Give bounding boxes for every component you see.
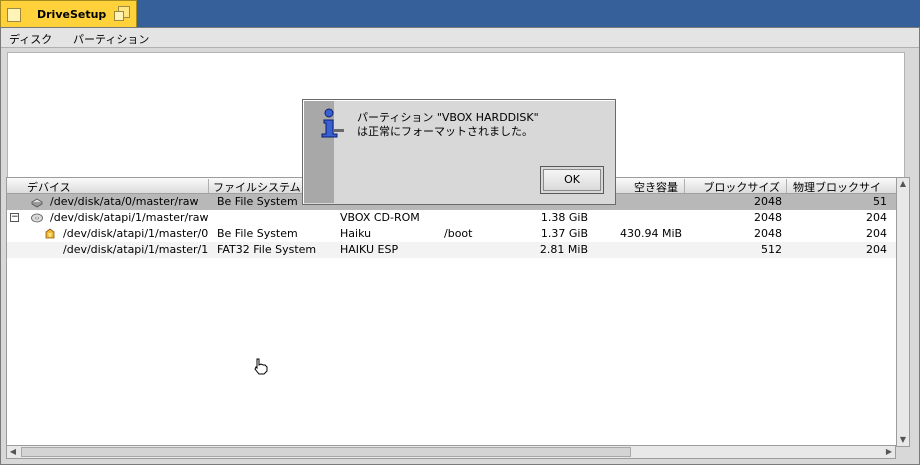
- collapse-icon[interactable]: −: [10, 213, 19, 222]
- cdrom-icon: [31, 213, 43, 223]
- alert-dialog: パーティション "VBOX HARDDISK" は正常にフォーマットされました。…: [302, 99, 616, 205]
- close-icon[interactable]: [7, 8, 21, 22]
- block-size-cell: 2048: [754, 195, 782, 208]
- size-cell: 2.81 MiB: [539, 243, 588, 256]
- haiku-volume-icon: [45, 228, 55, 239]
- mount-cell: /boot: [444, 227, 473, 240]
- physical-block-cell: 51: [873, 195, 887, 208]
- table-row[interactable]: /dev/disk/atapi/1/master/0 Be File Syste…: [7, 226, 903, 242]
- alert-message-line1: パーティション "VBOX HARDDISK": [357, 111, 539, 124]
- device-cell: /dev/disk/atapi/1/master/raw: [50, 211, 209, 224]
- physical-block-cell: 204: [866, 227, 887, 240]
- device-cell: /dev/disk/ata/0/master/raw: [50, 195, 199, 208]
- vertical-scrollbar[interactable]: ▲ ▼: [896, 177, 910, 447]
- device-cell: /dev/disk/atapi/1/master/0: [63, 227, 209, 240]
- alert-message-line2: は正常にフォーマットされました。: [357, 125, 533, 138]
- filesystem-cell: Be File System: [217, 195, 298, 208]
- ok-button[interactable]: OK: [540, 166, 604, 194]
- partition-list[interactable]: デバイス ファイルシステム 空き容量 ブロックサイズ 物理ブロックサイ /dev…: [6, 177, 905, 447]
- menu-partition[interactable]: パーティション: [73, 31, 149, 47]
- scroll-left-icon[interactable]: ◀: [7, 446, 19, 458]
- volume-name-cell: VBOX CD-ROM: [340, 211, 420, 224]
- size-cell: 1.37 GiB: [540, 227, 588, 240]
- zoom-icon[interactable]: [114, 6, 130, 22]
- column-filesystem[interactable]: ファイルシステム: [209, 179, 305, 193]
- info-icon: [321, 108, 344, 138]
- menu-bar: ディスク パーティション: [1, 28, 919, 48]
- column-block-size[interactable]: ブロックサイズ: [685, 179, 787, 193]
- window-tab[interactable]: DriveSetup: [0, 0, 137, 28]
- horizontal-scroll-thumb[interactable]: [21, 447, 631, 457]
- scroll-right-icon[interactable]: ▶: [883, 446, 895, 458]
- volume-name-cell: Haiku: [340, 227, 372, 240]
- menu-disk[interactable]: ディスク: [9, 31, 52, 47]
- hand-cursor-icon: [254, 358, 268, 375]
- harddisk-icon: [31, 198, 43, 208]
- physical-block-cell: 204: [866, 211, 887, 224]
- table-row[interactable]: /dev/disk/atapi/1/master/1 FAT32 File Sy…: [7, 242, 903, 258]
- filesystem-cell: Be File System: [217, 227, 298, 240]
- column-device[interactable]: デバイス: [19, 179, 209, 193]
- device-cell: /dev/disk/atapi/1/master/1: [63, 243, 209, 256]
- filesystem-cell: FAT32 File System: [217, 243, 317, 256]
- scroll-down-icon[interactable]: ▼: [897, 434, 909, 446]
- horizontal-scrollbar[interactable]: ◀ ▶: [6, 445, 896, 459]
- size-cell: 1.38 GiB: [540, 211, 588, 224]
- table-row[interactable]: − /dev/disk/atapi/1/master/raw VBOX CD-R…: [7, 210, 903, 226]
- block-size-cell: 2048: [754, 211, 782, 224]
- alert-message: パーティション "VBOX HARDDISK" は正常にフォーマットされました。: [357, 111, 539, 139]
- free-space-cell: 430.94 MiB: [620, 227, 683, 240]
- ok-button-label: OK: [543, 169, 601, 191]
- window-title: DriveSetup: [37, 8, 107, 21]
- block-size-cell: 512: [761, 243, 782, 256]
- block-size-cell: 2048: [754, 227, 782, 240]
- column-physical-block-size[interactable]: 物理ブロックサイ: [787, 179, 903, 193]
- physical-block-cell: 204: [866, 243, 887, 256]
- volume-name-cell: HAIKU ESP: [340, 243, 399, 256]
- scroll-up-icon[interactable]: ▲: [897, 178, 909, 190]
